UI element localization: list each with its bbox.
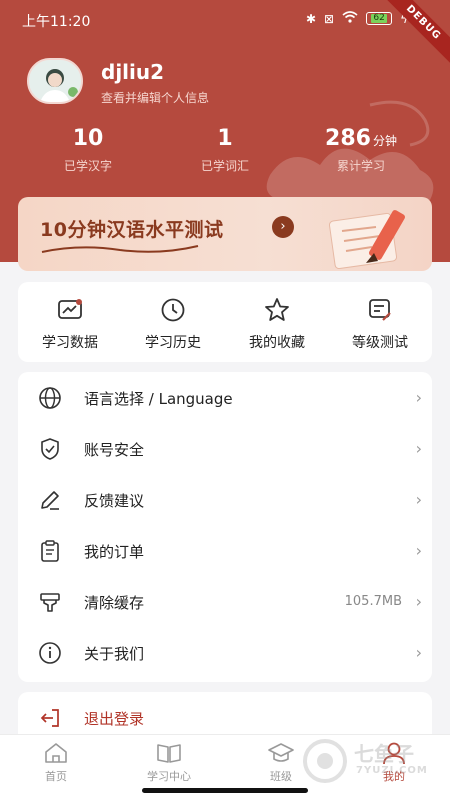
logout-icon <box>40 709 59 727</box>
proficiency-test-banner[interactable]: 10分钟汉语水平测试 › <box>18 197 432 271</box>
wifi-icon <box>342 11 358 26</box>
avatar[interactable] <box>27 58 83 104</box>
status-bar: 上午11:20 ✱ ⊠ 62 ϟ <box>0 0 450 40</box>
test-icon <box>369 299 391 321</box>
chart-icon <box>58 299 82 319</box>
watermark-logo: 七鱼子 7YUZI.COM <box>300 732 440 788</box>
paper-pencil-icon <box>328 210 405 269</box>
chevron-right-icon: › <box>415 541 422 560</box>
sim-icon: ⊠ <box>324 11 335 26</box>
clipboard-icon <box>41 540 59 562</box>
chevron-right-icon: › <box>415 490 422 509</box>
menu-item-clear-cache[interactable]: 清除缓存 105.7MB › <box>18 576 432 627</box>
chevron-right-icon: › <box>415 643 422 662</box>
star-icon <box>265 298 289 321</box>
chevron-right-icon: › <box>415 592 422 611</box>
settings-menu: 语言选择 / Language › 账号安全 › 反馈建议 › 我的订单 › 清… <box>18 372 432 682</box>
cache-size: 105.7MB <box>344 594 402 609</box>
quick-action-study-data[interactable]: 学习数据 <box>20 296 120 352</box>
brush-icon <box>40 593 60 612</box>
battery-icon: 62 <box>366 12 393 25</box>
chevron-right-icon: › <box>415 439 422 458</box>
menu-item-language[interactable]: 语言选择 / Language › <box>18 372 432 423</box>
menu-item-feedback[interactable]: 反馈建议 › <box>18 474 432 525</box>
tab-home[interactable]: 首页 <box>6 741 106 784</box>
arrow-right-icon: › <box>272 216 294 238</box>
test-banner-title: 10分钟汉语水平测试 <box>40 219 224 241</box>
graduation-cap-icon <box>268 743 294 762</box>
quick-action-study-history[interactable]: 学习历史 <box>123 296 223 352</box>
username[interactable]: djliu2 <box>101 60 164 84</box>
quick-action-level-test[interactable]: 等级测试 <box>330 296 430 352</box>
stat-characters[interactable]: 10 已学汉字 <box>23 126 153 174</box>
chevron-right-icon: › <box>415 388 422 407</box>
menu-item-about[interactable]: 关于我们 › <box>18 627 432 678</box>
tab-study-center[interactable]: 学习中心 <box>119 741 219 784</box>
book-icon <box>157 744 181 763</box>
stats-row: 10 已学汉字 1 已学词汇 286 分钟 累计学习 <box>0 126 450 186</box>
bluetooth-icon: ✱ <box>305 11 317 26</box>
clock-icon <box>161 298 185 322</box>
menu-item-orders[interactable]: 我的订单 › <box>18 525 432 576</box>
menu-item-account-security[interactable]: 账号安全 › <box>18 423 432 474</box>
stat-vocabulary[interactable]: 1 已学词汇 <box>160 126 290 174</box>
status-time: 上午11:20 <box>22 14 91 30</box>
shield-icon <box>41 438 59 460</box>
info-icon <box>39 642 61 664</box>
status-icons: ✱ ⊠ 62 ϟ <box>306 11 408 26</box>
home-indicator <box>142 788 308 793</box>
pen-icon <box>41 491 59 510</box>
edit-profile-link[interactable]: 查看并编辑个人信息 <box>101 89 209 106</box>
stat-study-time[interactable]: 286 分钟 累计学习 <box>296 126 426 174</box>
globe-icon <box>39 387 61 409</box>
quick-actions-card: 学习数据 学习历史 我的收藏 等级测试 <box>18 282 432 362</box>
quick-action-favorites[interactable]: 我的收藏 <box>227 296 327 352</box>
home-icon <box>45 743 67 763</box>
squiggle-icon <box>41 245 199 253</box>
